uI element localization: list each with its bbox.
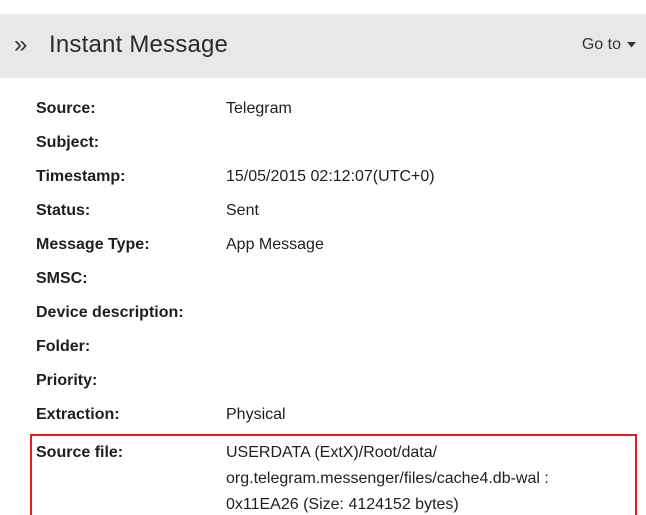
field-row-source: Source: Telegram (36, 98, 646, 132)
field-row-priority: Priority: (36, 370, 646, 404)
panel-header: » Instant Message Go to (0, 14, 646, 78)
field-label: Timestamp: (36, 168, 126, 185)
field-label: Device description: (36, 304, 184, 321)
source-file-line: org.telegram.messenger/files/cache4.db-w… (226, 470, 549, 487)
double-chevron-icon[interactable]: » (14, 29, 27, 61)
field-label: Subject: (36, 134, 100, 151)
field-row-status: Status: Sent (36, 200, 646, 234)
field-row-folder: Folder: (36, 336, 646, 370)
field-row-timestamp: Timestamp: 15/05/2015 02:12:07(UTC+0) (36, 166, 646, 200)
field-value: App Message (226, 236, 324, 253)
field-label: Priority: (36, 372, 98, 389)
instant-message-panel: » Instant Message Go to Source: Telegram… (0, 0, 646, 515)
source-file-line: 0x11EA26 (Size: 4124152 bytes) (226, 496, 459, 513)
field-row-device-description: Device description: (36, 302, 646, 336)
field-row-subject: Subject: (36, 132, 646, 166)
message-fields: Source: Telegram Subject: Timestamp: 15/… (36, 98, 646, 438)
field-label: Source file: (36, 444, 124, 461)
field-label: Extraction: (36, 406, 120, 423)
field-label: Folder: (36, 338, 91, 355)
field-row-message-type: Message Type: App Message (36, 234, 646, 268)
panel-title: Instant Message (49, 31, 229, 58)
source-file-line: USERDATA (ExtX)/Root/data/ (226, 444, 438, 461)
field-value: 15/05/2015 02:12:07(UTC+0) (226, 168, 435, 185)
field-value: Physical (226, 406, 286, 423)
field-row-smsc: SMSC: (36, 268, 646, 302)
field-value: Sent (226, 202, 259, 219)
field-label: Status: (36, 202, 91, 219)
goto-label: Go to (581, 36, 621, 53)
caret-down-icon (627, 42, 636, 48)
goto-dropdown-button[interactable]: Go to (582, 34, 636, 56)
field-label: Source: (36, 100, 96, 117)
field-label: Message Type: (36, 236, 150, 253)
field-row-extraction: Extraction: Physical (36, 404, 646, 438)
source-file-value: USERDATA (ExtX)/Root/data/ org.telegram.… (226, 440, 631, 515)
field-value: Telegram (226, 100, 292, 117)
field-label: SMSC: (36, 270, 88, 287)
